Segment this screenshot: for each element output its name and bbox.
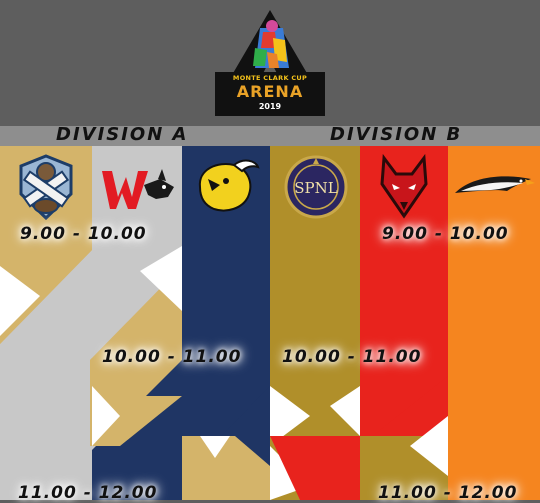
division-b-slot-1000: 10.00 - 11.00 <box>282 347 422 367</box>
division-a-slot-1100: 11.00 - 12.00 <box>18 483 158 503</box>
team-wolves-logo <box>94 150 182 224</box>
team-spnl-logo: SPNL <box>272 150 360 224</box>
spnl-text: SPNL <box>294 179 337 197</box>
division-a-slot-1000: 10.00 - 11.00 <box>102 347 242 367</box>
laurel-shield-icon: SPNL <box>284 155 348 219</box>
logo-cup-name: MONTE CLARK CUP <box>232 74 308 82</box>
division-a-slot-900: 9.00 - 10.00 <box>20 224 147 244</box>
division-b-title: DIVISION B <box>330 124 463 145</box>
division-a-title: DIVISION A <box>56 124 189 145</box>
logo-year: 2019 <box>258 102 282 111</box>
bison-icon <box>198 159 260 212</box>
eagle-icon <box>455 176 535 193</box>
arena-logo: MONTE CLARK CUP ARENA 2019 <box>215 8 325 116</box>
bear-crest-icon <box>19 154 73 221</box>
team-bison-logo <box>182 150 270 224</box>
team-bears-logo <box>2 150 90 224</box>
division-b-slot-1100: 11.00 - 12.00 <box>378 483 518 503</box>
wolf-w-icon <box>102 169 174 209</box>
team-red-wolf-logo <box>360 150 448 224</box>
logo-arena-text: ARENA <box>236 82 304 101</box>
red-wolf-icon <box>380 154 428 219</box>
division-b-slot-900: 9.00 - 10.00 <box>382 224 509 244</box>
team-eagle-logo <box>450 150 538 224</box>
